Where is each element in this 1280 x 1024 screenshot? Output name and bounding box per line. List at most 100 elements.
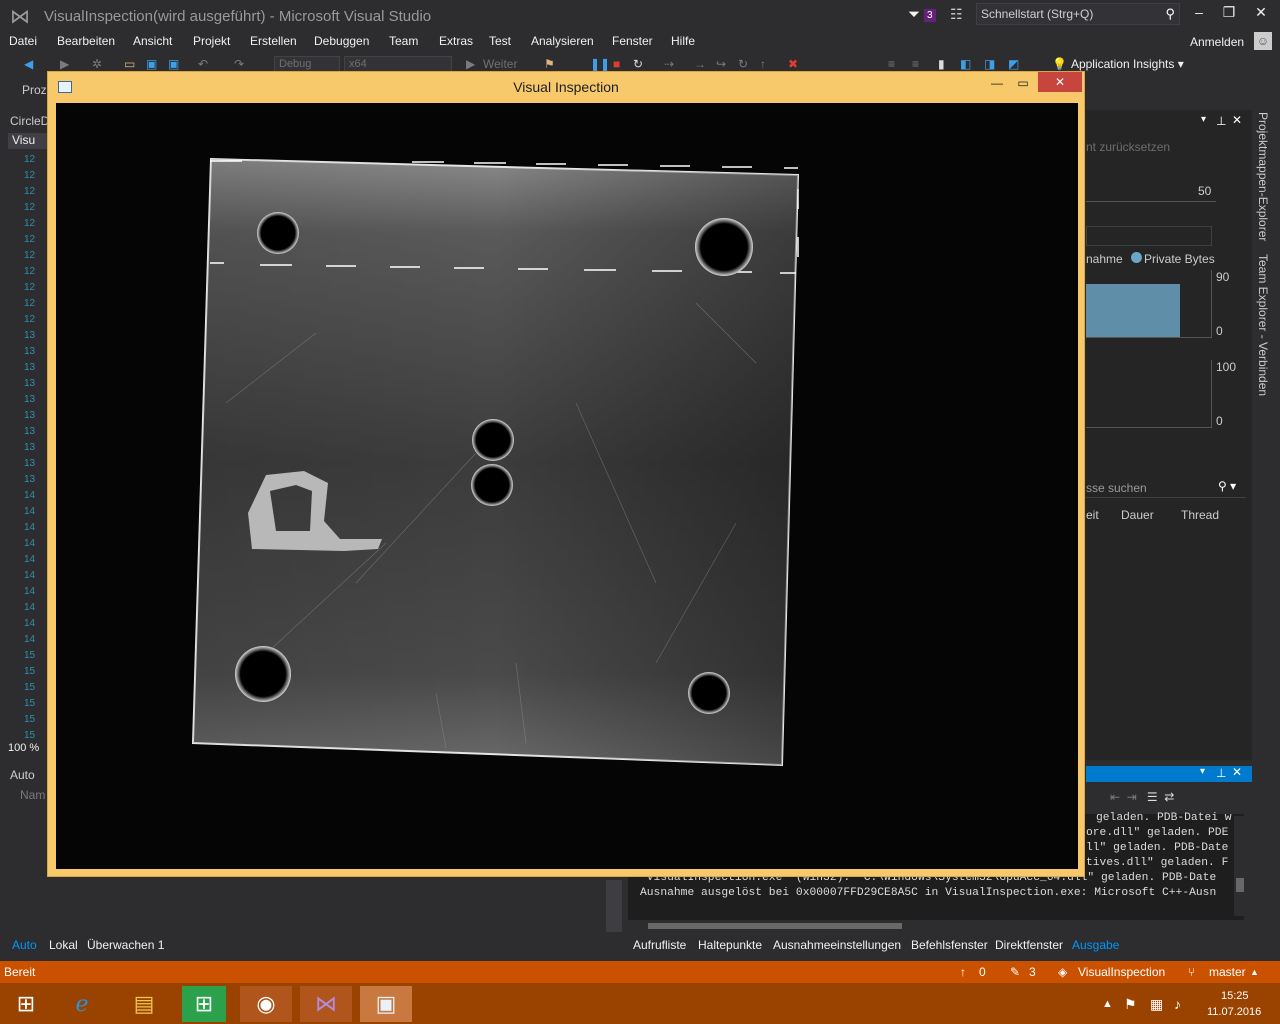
step-into-icon[interactable]: → <box>694 57 706 71</box>
breakpoint-icon[interactable]: ✖ <box>788 57 798 71</box>
menu-datei[interactable]: Datei <box>9 34 37 48</box>
repository-icon[interactable]: ◈ <box>1058 965 1067 979</box>
output-scroll-thumb[interactable] <box>1236 878 1244 892</box>
next-bookmark-icon[interactable]: ◨ <box>984 57 995 71</box>
bookmark-icon[interactable]: ▮ <box>938 57 945 71</box>
pending-changes-icon[interactable]: ✎ <box>1010 965 1020 979</box>
menu-bearbeiten[interactable]: Bearbeiten <box>57 34 115 48</box>
branch-menu-icon[interactable]: ▲ <box>1250 967 1259 977</box>
quick-launch-input[interactable]: Schnellstart (Strg+Q) ⚲ <box>976 3 1180 25</box>
menu-ansicht[interactable]: Ansicht <box>133 34 172 48</box>
prev-bookmark-icon[interactable]: ◧ <box>960 57 971 71</box>
comment-icon[interactable]: ≡ <box>888 57 895 71</box>
visual-studio-taskbar-icon[interactable]: ⋈ <box>300 986 352 1022</box>
inspection-image[interactable] <box>56 103 1078 869</box>
save-all-icon[interactable]: ▣ <box>168 57 179 71</box>
output-prev-icon[interactable]: ⇤ <box>1110 790 1120 804</box>
pending-changes-count[interactable]: 3 <box>1029 965 1036 979</box>
minimize-button[interactable]: – <box>1186 4 1212 24</box>
column-thread[interactable]: Thread <box>1181 508 1219 522</box>
clock-time[interactable]: 15:25 <box>1221 990 1249 1002</box>
uncomment-icon[interactable]: ≡ <box>912 57 919 71</box>
start-button[interactable]: ⊞ <box>0 986 52 1022</box>
notifications-flag-icon[interactable]: ⏷ <box>908 6 920 23</box>
visual-inspection-taskbar-icon[interactable]: ▣ <box>360 986 412 1022</box>
tray-overflow-icon[interactable]: ▲ <box>1102 998 1113 1010</box>
menu-fenster[interactable]: Fenster <box>612 34 653 48</box>
pin-icon[interactable]: ⊥ <box>1216 114 1226 128</box>
show-next-statement-icon[interactable]: ⇢ <box>664 57 674 71</box>
back-icon[interactable]: ◀ <box>24 57 33 71</box>
menu-analysieren[interactable]: Analysieren <box>531 34 594 48</box>
notification-count-badge[interactable]: 3 <box>924 9 936 22</box>
step-over-icon[interactable]: ↪ <box>716 57 726 71</box>
tab-ausgabe[interactable]: Ausgabe <box>1072 938 1119 952</box>
tab-haltepunkte[interactable]: Haltepunkte <box>698 938 762 952</box>
autos-scrollbar[interactable] <box>606 880 622 932</box>
word-wrap-icon[interactable]: ⇄ <box>1164 790 1174 804</box>
close-panel-icon[interactable]: ✕ <box>1232 113 1242 127</box>
tab-befehlsfenster[interactable]: Befehlsfenster <box>911 938 988 952</box>
child-maximize-button[interactable]: ▭ <box>1010 76 1036 94</box>
continue-icon[interactable]: ▶ <box>466 57 475 71</box>
tab-ausnahmeeinstellungen[interactable]: Ausnahmeeinstellungen <box>773 938 901 952</box>
menu-erstellen[interactable]: Erstellen <box>250 34 297 48</box>
panel-menu-icon[interactable]: ▾ <box>1201 114 1206 125</box>
menu-team[interactable]: Team <box>389 34 418 48</box>
child-minimize-button[interactable]: — <box>984 76 1010 94</box>
output-close-icon[interactable]: ✕ <box>1232 765 1242 779</box>
new-project-icon[interactable]: ✲ <box>92 57 102 71</box>
side-tab-solution-explorer[interactable]: Projektmappen-Explorer <box>1256 112 1270 241</box>
save-icon[interactable]: ▣ <box>146 57 157 71</box>
name-column-header[interactable]: Nam <box>20 788 45 802</box>
step-out-icon[interactable]: ↻ <box>738 57 748 71</box>
tab-aufrufliste[interactable]: Aufrufliste <box>633 938 686 952</box>
menu-projekt[interactable]: Projekt <box>193 34 230 48</box>
stop-icon[interactable]: ■ <box>613 57 620 71</box>
output-hscroll-thumb[interactable] <box>648 923 902 929</box>
network-icon[interactable]: ▦ <box>1150 996 1163 1013</box>
user-icon[interactable]: ☺ <box>1254 32 1272 50</box>
volume-icon[interactable]: ♪ <box>1174 996 1181 1012</box>
feedback-icon[interactable]: ☷ <box>950 6 963 23</box>
action-center-icon[interactable]: ⚑ <box>1124 996 1137 1013</box>
column-duration[interactable]: Dauer <box>1121 508 1154 522</box>
output-vertical-scrollbar[interactable] <box>1234 816 1246 916</box>
push-icon[interactable]: ↑ <box>960 965 966 979</box>
side-tab-team-explorer[interactable]: Team Explorer - Verbinden <box>1256 254 1270 396</box>
output-next-icon[interactable]: ⇥ <box>1127 790 1137 804</box>
sign-in-link[interactable]: Anmelden <box>1190 35 1244 49</box>
menu-hilfe[interactable]: Hilfe <box>671 34 695 48</box>
undo-icon[interactable]: ↶ <box>198 57 208 71</box>
store-icon[interactable]: ⊞ <box>182 986 226 1022</box>
zoom-level[interactable]: 100 % <box>8 742 39 754</box>
continue-button[interactable]: Weiter <box>483 57 517 71</box>
redo-icon[interactable]: ↷ <box>234 57 244 71</box>
clear-all-icon[interactable]: ☰ <box>1147 790 1158 804</box>
repository-name[interactable]: VisualInspection <box>1078 965 1165 979</box>
search-icon[interactable]: ⚲ <box>1165 6 1175 22</box>
menu-debuggen[interactable]: Debuggen <box>314 34 369 48</box>
pause-icon[interactable]: ❚❚ <box>590 57 610 71</box>
github-icon[interactable]: ◉ <box>240 986 292 1022</box>
menu-extras[interactable]: Extras <box>439 34 473 48</box>
clock-date[interactable]: 11.07.2016 <box>1207 1006 1261 1018</box>
step-up-icon[interactable]: ↑ <box>760 57 766 71</box>
menu-test[interactable]: Test <box>489 34 511 48</box>
attach-icon[interactable]: ⚑ <box>544 57 555 71</box>
file-label[interactable]: CircleD <box>10 114 49 128</box>
internet-explorer-icon[interactable]: ℯ <box>56 986 108 1022</box>
child-title-bar[interactable]: Visual Inspection — ▭ ✕ <box>48 72 1084 102</box>
tab-direktfenster[interactable]: Direktfenster <box>995 938 1063 952</box>
child-close-button[interactable]: ✕ <box>1038 72 1082 92</box>
forward-icon[interactable]: ▶ <box>60 57 69 71</box>
output-menu-icon[interactable]: ▾ <box>1200 766 1205 777</box>
column-time[interactable]: eit <box>1086 508 1099 522</box>
branch-icon[interactable]: ⑂ <box>1188 965 1195 979</box>
push-count[interactable]: 0 <box>979 965 986 979</box>
application-insights-button[interactable]: 💡 Application Insights ▾ <box>1052 57 1184 71</box>
file-explorer-icon[interactable]: ▤ <box>118 986 170 1022</box>
branch-name[interactable]: master <box>1209 965 1246 979</box>
restore-button[interactable]: ❐ <box>1216 4 1242 24</box>
events-search-input[interactable]: sse suchen ⚲ ▾ <box>1086 476 1246 498</box>
